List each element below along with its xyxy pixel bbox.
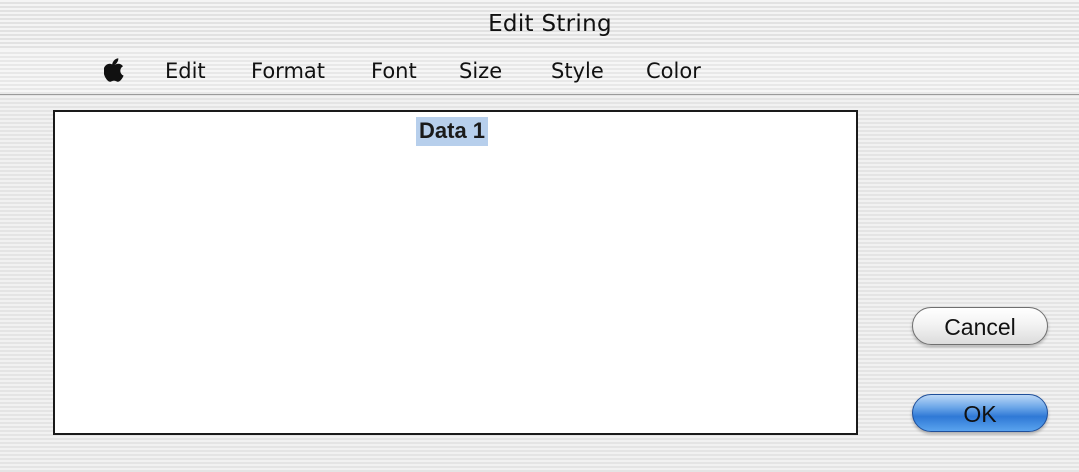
ok-button[interactable]: OK [912,394,1048,432]
menu-format[interactable]: Format [251,59,325,83]
cancel-button[interactable]: Cancel [912,307,1048,345]
edit-string-dialog: Edit String Edit Format Font Size Style … [0,0,1079,472]
title-bar[interactable]: Edit String [0,0,1079,50]
menu-style[interactable]: Style [551,59,604,83]
menu-size[interactable]: Size [459,59,502,83]
menu-bar: Edit Format Font Size Style Color [0,50,1079,95]
window-title: Edit String [488,11,612,37]
menu-font[interactable]: Font [371,59,417,83]
string-editor[interactable]: Data 1 [53,110,858,435]
menu-edit[interactable]: Edit [165,59,206,83]
menu-color[interactable]: Color [646,59,701,83]
apple-icon[interactable] [104,56,128,84]
selected-text[interactable]: Data 1 [416,117,489,146]
